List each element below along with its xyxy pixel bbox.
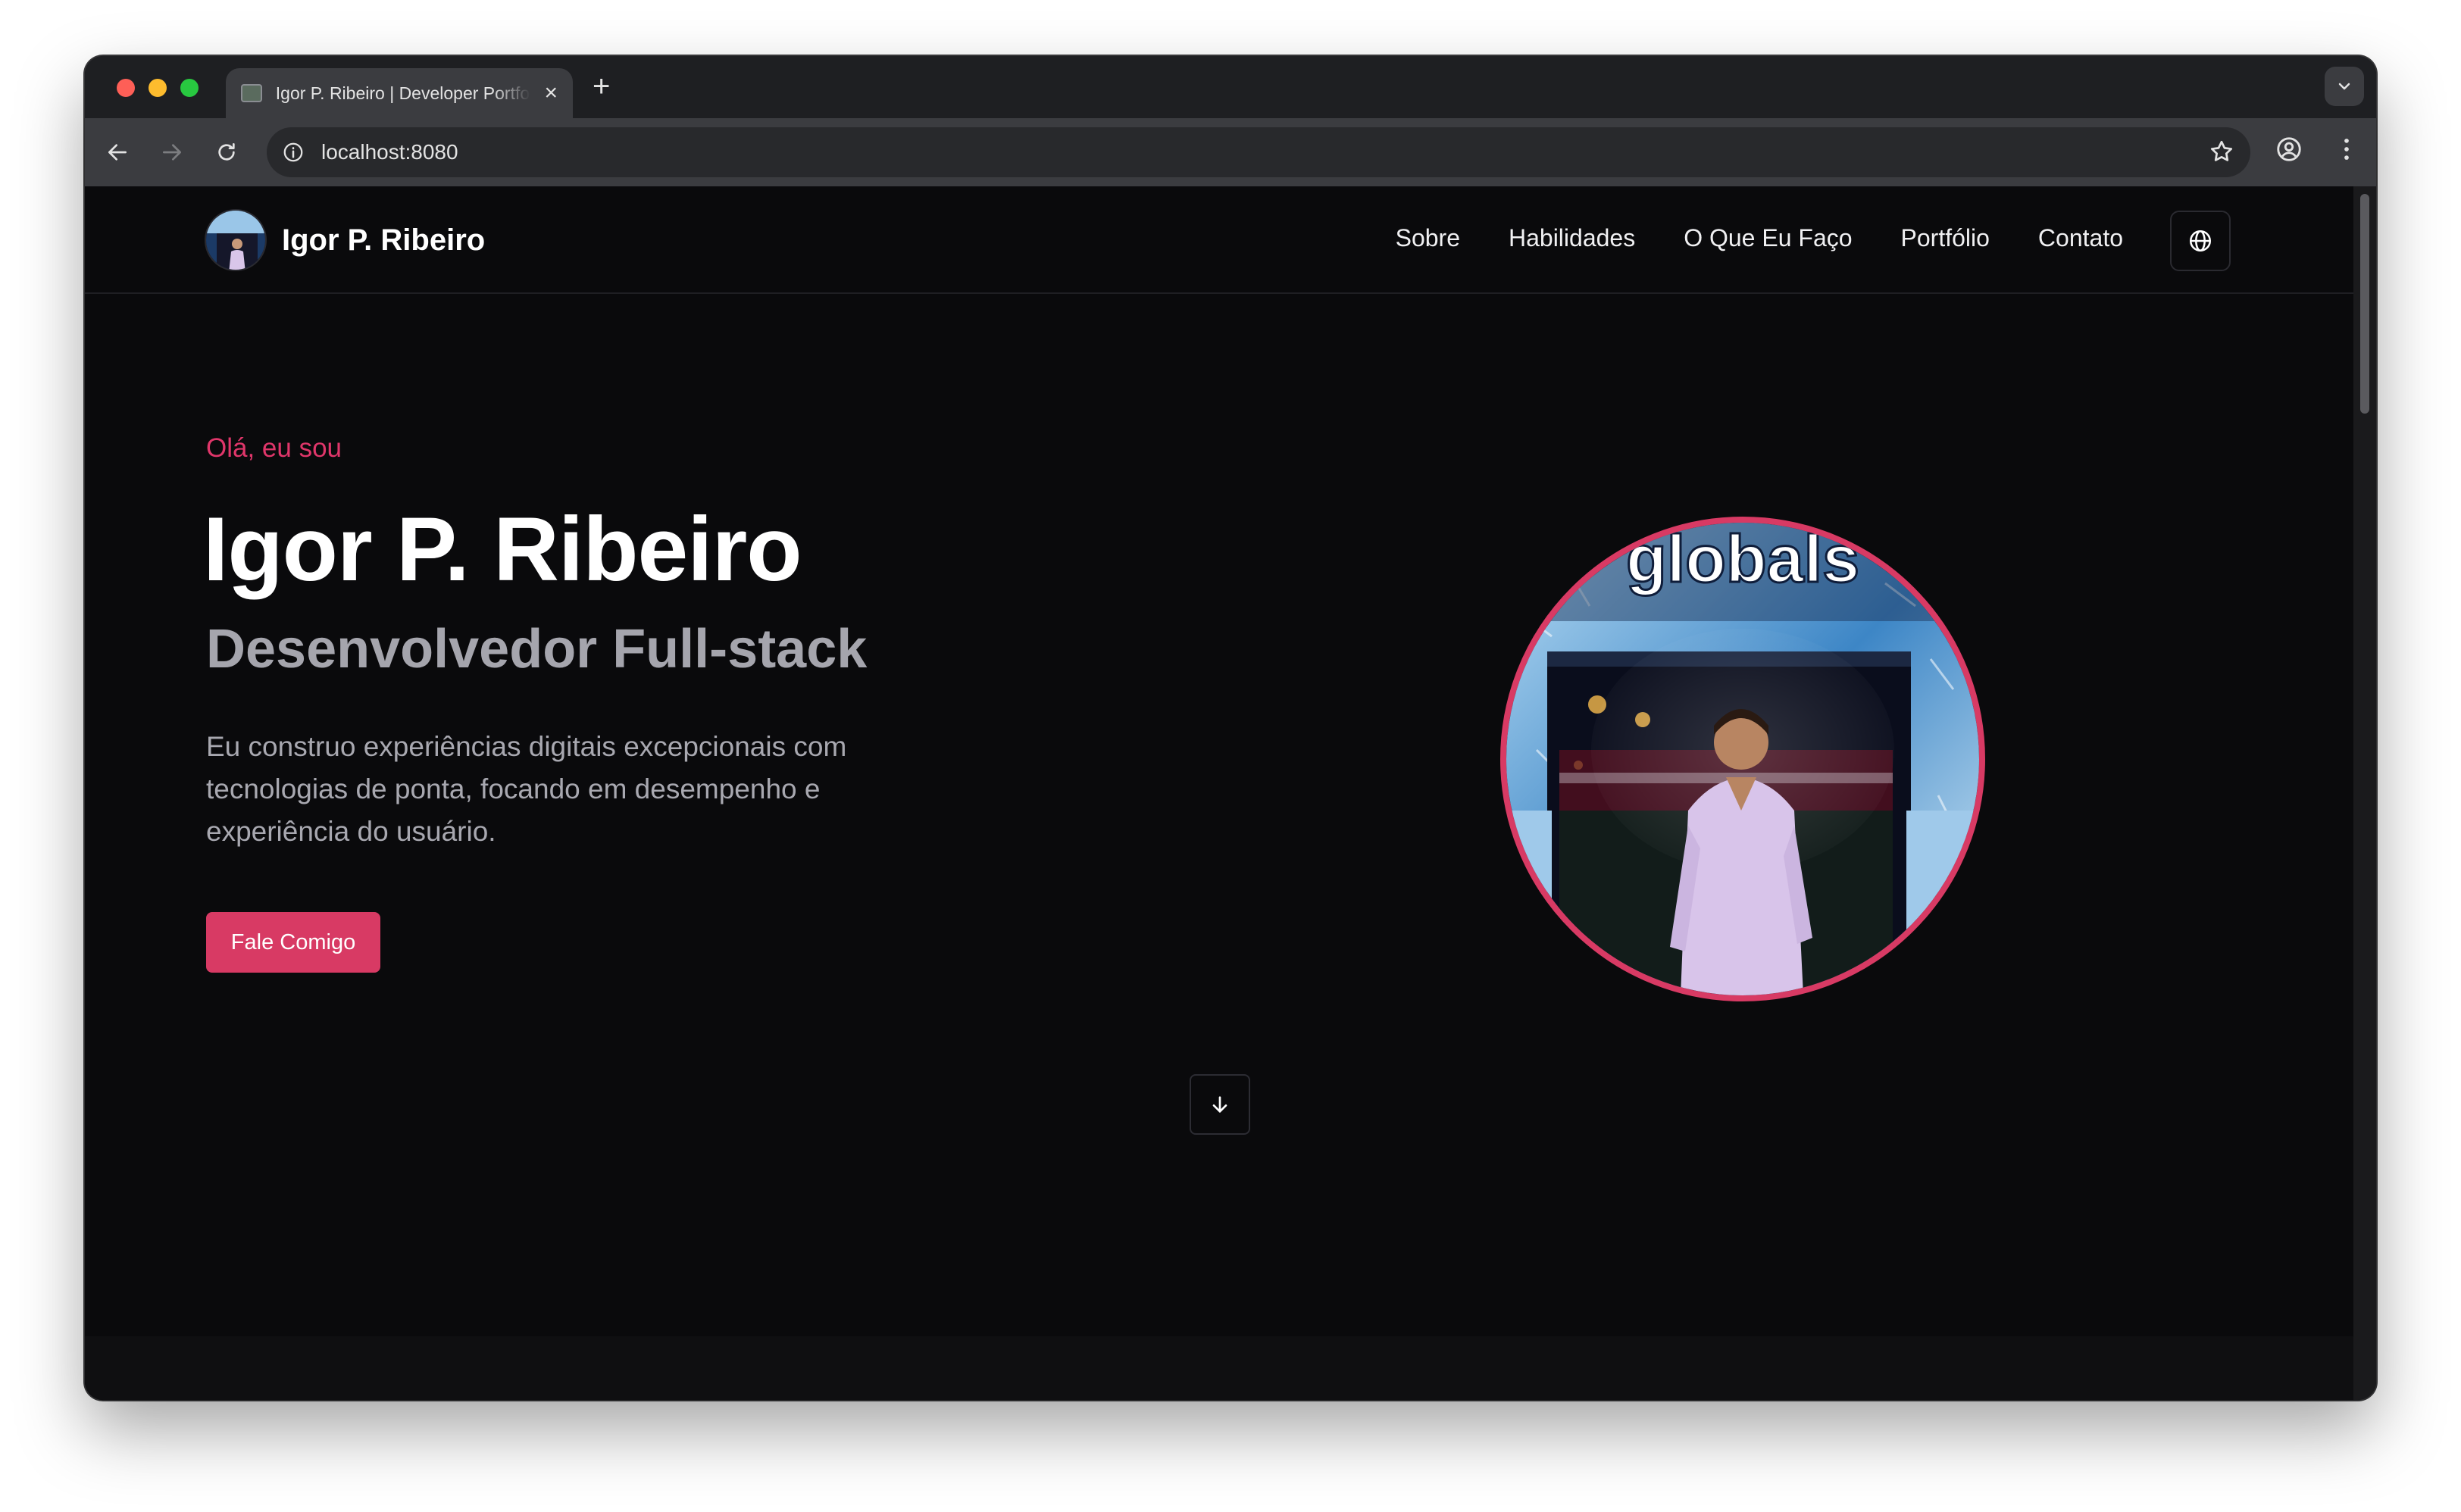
- reload-button[interactable]: [209, 135, 244, 170]
- tab-title: Igor P. Ribeiro | Developer Portfolio: [275, 83, 531, 103]
- maximize-window-button[interactable]: [180, 79, 199, 97]
- star-icon: [2210, 140, 2233, 161]
- menu-button[interactable]: [2332, 135, 2361, 167]
- browser-window: Igor P. Ribeiro | Developer Portfolio × …: [85, 56, 2376, 1400]
- browser-toolbar: localhost:8080: [85, 118, 2376, 186]
- tab-search-button[interactable]: [2325, 67, 2364, 106]
- forward-button[interactable]: [155, 135, 189, 170]
- profile-button[interactable]: [2275, 135, 2303, 167]
- hero-name: Igor P. Ribeiro: [203, 498, 802, 600]
- hero-description: Eu construo experiências digitais excepc…: [206, 731, 847, 847]
- url-text[interactable]: localhost:8080: [321, 140, 458, 164]
- info-icon[interactable]: [282, 141, 305, 164]
- favicon-icon: [241, 84, 262, 102]
- reload-icon: [218, 143, 235, 161]
- bookmark-button[interactable]: [2208, 138, 2235, 169]
- nav-link-o-que-eu-faco[interactable]: O Que Eu Faço: [1684, 224, 1852, 252]
- tab-close-icon[interactable]: ×: [544, 80, 558, 106]
- address-bar[interactable]: localhost:8080: [267, 127, 2250, 177]
- arrow-down-icon: [1212, 1096, 1227, 1113]
- brand-name: Igor P. Ribeiro: [282, 223, 486, 257]
- close-window-button[interactable]: [117, 79, 135, 97]
- profile-icon: [2277, 137, 2301, 161]
- back-icon: [108, 144, 127, 161]
- photo-illustration: globals: [1506, 523, 1979, 995]
- main-nav: Sobre Habilidades O Que Eu Faço Portfóli…: [1396, 224, 2123, 252]
- more-icon: [2344, 139, 2349, 160]
- nav-link-portfolio[interactable]: Portfólio: [1901, 224, 1990, 252]
- hero-role: Desenvolvedor Full-stack: [206, 619, 868, 679]
- chevron-down-icon: [2338, 83, 2350, 90]
- profile-photo: globals: [1500, 517, 1985, 1001]
- back-button[interactable]: [100, 135, 135, 170]
- globe-icon: [2189, 230, 2212, 252]
- new-tab-button[interactable]: +: [593, 70, 610, 104]
- nav-link-habilidades[interactable]: Habilidades: [1509, 224, 1635, 252]
- nav-link-sobre[interactable]: Sobre: [1396, 224, 1460, 252]
- browser-tab[interactable]: Igor P. Ribeiro | Developer Portfolio ×: [226, 68, 573, 118]
- avatar: [205, 209, 267, 271]
- brand-link[interactable]: Igor P. Ribeiro: [205, 209, 485, 271]
- tab-bar: Igor P. Ribeiro | Developer Portfolio × …: [85, 56, 2376, 118]
- forward-icon: [163, 144, 181, 161]
- scroll-down-button[interactable]: [1190, 1074, 1250, 1135]
- minimize-window-button[interactable]: [149, 79, 167, 97]
- page-viewport: Igor P. Ribeiro Sobre Habilidades O Que …: [85, 186, 2353, 1400]
- nav-link-contato[interactable]: Contato: [2038, 224, 2123, 252]
- page-scrollbar[interactable]: [2353, 186, 2376, 1400]
- contact-me-button[interactable]: Fale Comigo: [206, 912, 380, 973]
- window-controls: [117, 79, 199, 97]
- photo-sign-text: globals: [1626, 523, 1859, 596]
- next-section: [85, 1336, 2353, 1400]
- scrollbar-thumb[interactable]: [2360, 194, 2369, 414]
- hero-greeting: Olá, eu sou: [206, 433, 342, 463]
- language-button[interactable]: [2170, 211, 2231, 271]
- site-header: Igor P. Ribeiro Sobre Habilidades O Que …: [85, 186, 2353, 294]
